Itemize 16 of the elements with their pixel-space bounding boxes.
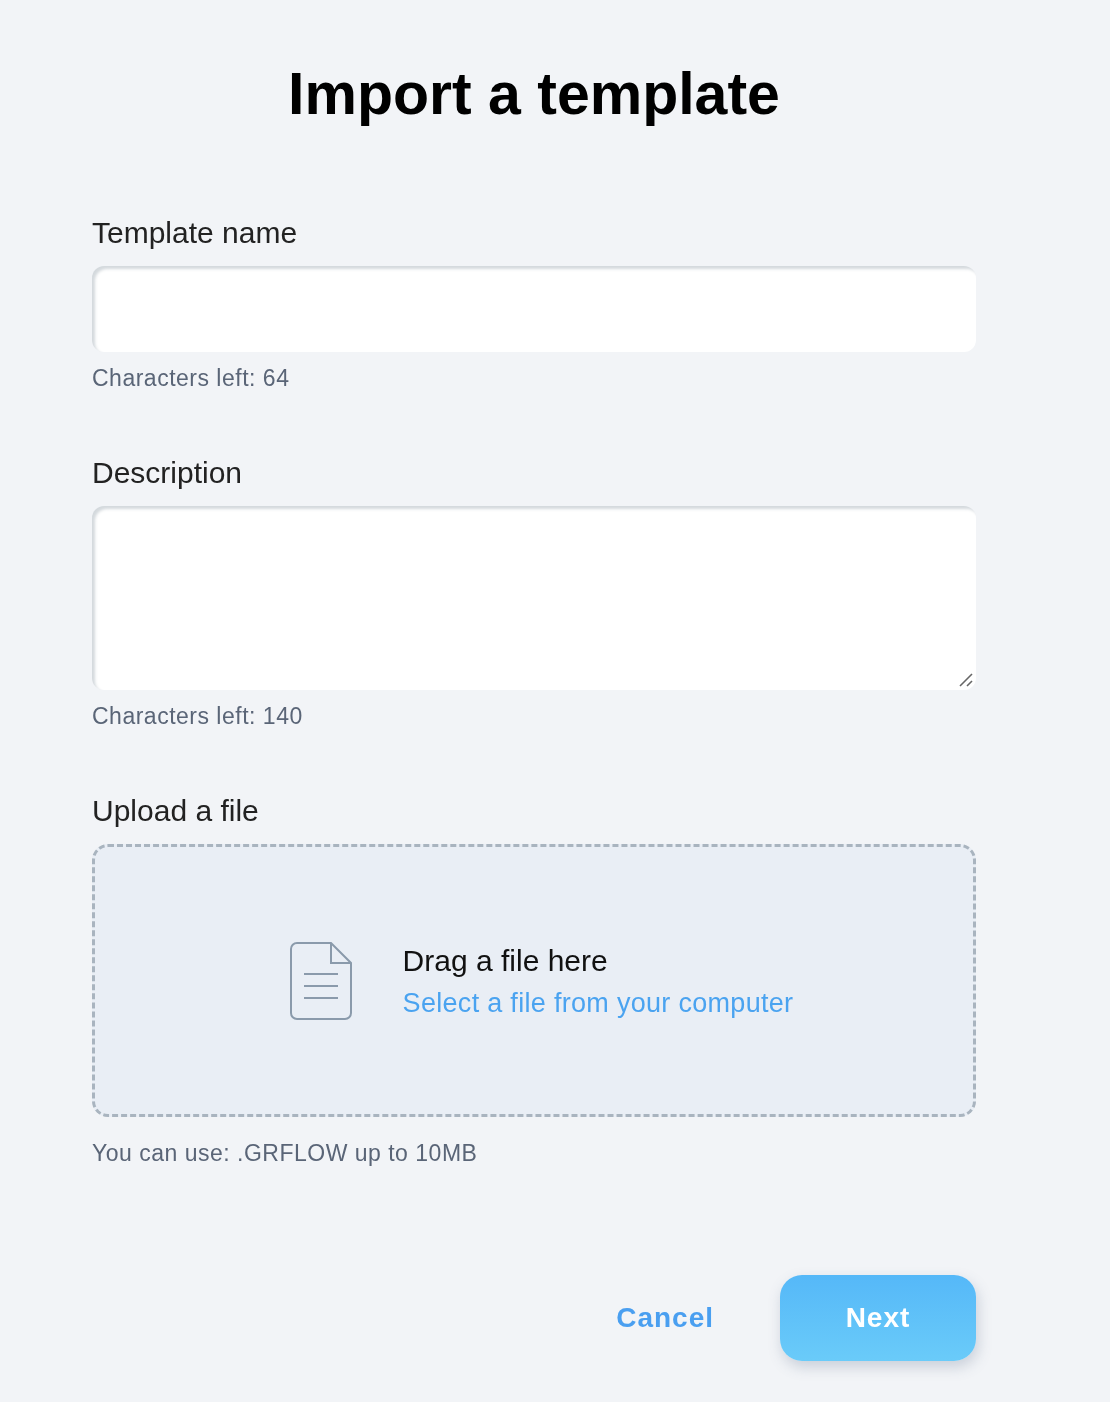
character-counter: Characters left: 140 [92,702,303,730]
field-label: Description [92,456,243,490]
input-field[interactable] [92,266,976,352]
cancel-button[interactable]: Cancel [616,1298,714,1338]
field-label: Upload a file [92,794,259,828]
field-label: Template name [92,216,298,250]
drop-prompt: Drag a file here [402,942,608,979]
page-title: Import a template [288,60,780,129]
next-button[interactable]: Next [780,1275,976,1361]
select-file-link[interactable]: Select a file from your computer [402,986,794,1019]
file-type-hint: You can use: .GRFLOW up to 10MB [92,1139,478,1167]
file-dropzone[interactable]: Drag a file here Select a file from your computer [92,844,976,1117]
document-icon [288,940,353,1021]
resize-handle-icon[interactable] [959,673,973,687]
textarea-field[interactable] [92,506,976,690]
character-counter: Characters left: 64 [92,364,290,392]
